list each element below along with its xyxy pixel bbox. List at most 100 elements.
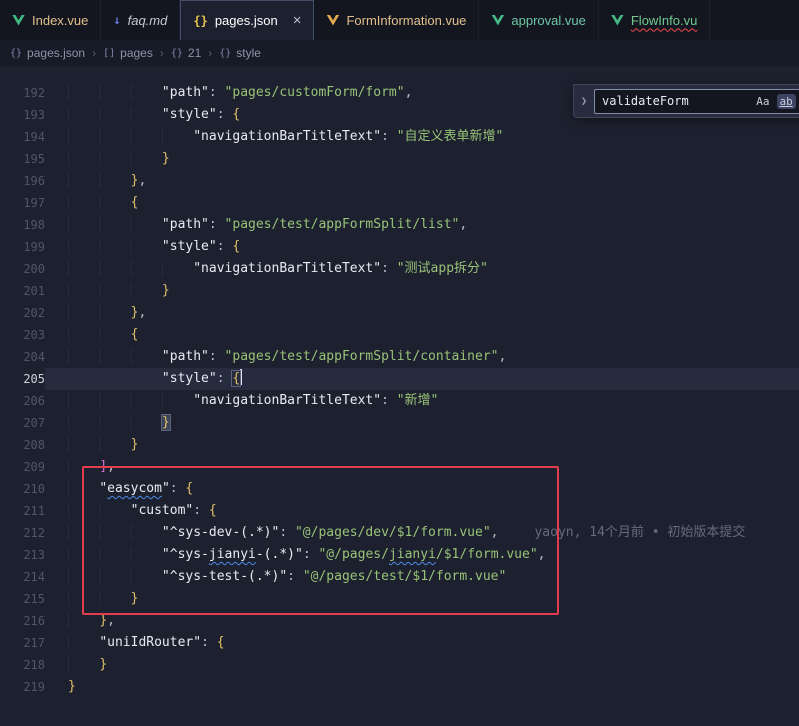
- code-token: :: [217, 107, 233, 122]
- line-number[interactable]: 196: [0, 170, 45, 192]
- code-token: ,: [107, 613, 115, 628]
- code-token: [68, 525, 162, 540]
- tab-approval.vue[interactable]: approval.vue: [479, 0, 598, 40]
- line-number[interactable]: 203: [0, 324, 45, 346]
- code-token: [68, 195, 131, 210]
- find-input[interactable]: validateForm Aaab.*: [594, 89, 799, 114]
- line-number[interactable]: 200: [0, 258, 45, 280]
- line-number[interactable]: 217: [0, 632, 45, 654]
- code-line-205[interactable]: 205 "style": {: [0, 368, 799, 390]
- line-number[interactable]: 199: [0, 236, 45, 258]
- line-number[interactable]: 207: [0, 412, 45, 434]
- tab-FormInformation.vue[interactable]: FormInformation.vue: [314, 0, 479, 40]
- line-number[interactable]: 193: [0, 104, 45, 126]
- line-number[interactable]: 201: [0, 280, 45, 302]
- line-number[interactable]: 219: [0, 676, 45, 698]
- code-token: "path": [162, 217, 209, 232]
- markdown-icon: ↓: [113, 13, 120, 27]
- code-token: {: [185, 481, 193, 496]
- code-line-203[interactable]: 203 {: [0, 324, 799, 346]
- line-number[interactable]: 205: [0, 368, 45, 390]
- line-number[interactable]: 210: [0, 478, 45, 500]
- tab-FlowInfo.vu[interactable]: FlowInfo.vu: [599, 0, 710, 40]
- code-token: ,: [491, 525, 499, 540]
- code-token: "@/pages/test/$1/form.vue": [303, 569, 507, 584]
- breadcrumb-item-pages.json[interactable]: {}pages.json: [10, 46, 85, 60]
- code-token: ]: [99, 459, 107, 474]
- code-line-211[interactable]: 211 "custom": {: [0, 500, 799, 522]
- code-token: [68, 327, 131, 342]
- code-line-201[interactable]: 201 }: [0, 280, 799, 302]
- code-text: "path": "pages/test/appFormSplit/list",: [45, 214, 799, 236]
- code-token: [68, 393, 193, 408]
- code-line-216[interactable]: 216 },: [0, 610, 799, 632]
- vue-icon: [326, 15, 339, 26]
- breadcrumb-label: pages: [120, 46, 153, 60]
- code-text: "^sys-test-(.*)": "@/pages/test/$1/form.…: [45, 566, 799, 588]
- code-text: }: [45, 280, 799, 302]
- line-number[interactable]: 209: [0, 456, 45, 478]
- line-number[interactable]: 206: [0, 390, 45, 412]
- code-line-214[interactable]: 214 "^sys-test-(.*)": "@/pages/test/$1/f…: [0, 566, 799, 588]
- code-line-202[interactable]: 202 },: [0, 302, 799, 324]
- code-line-206[interactable]: 206 "navigationBarTitleText": "新增": [0, 390, 799, 412]
- git-blame-annotation: yaoyn, 14个月前 • 初始版本提交: [534, 525, 745, 540]
- line-number[interactable]: 197: [0, 192, 45, 214]
- line-number[interactable]: 218: [0, 654, 45, 676]
- breadcrumb-item-style[interactable]: {}style: [219, 46, 261, 60]
- line-number[interactable]: 198: [0, 214, 45, 236]
- code-line-194[interactable]: 194 "navigationBarTitleText": "自定义表单新增": [0, 126, 799, 148]
- code-line-219[interactable]: 219}: [0, 676, 799, 698]
- code-line-210[interactable]: 210 "easycom": {: [0, 478, 799, 500]
- code-token: ,: [459, 217, 467, 232]
- breadcrumb-item-21[interactable]: {}21: [171, 46, 201, 60]
- line-number[interactable]: 215: [0, 588, 45, 610]
- code-line-209[interactable]: 209 ],: [0, 456, 799, 478]
- code-line-195[interactable]: 195 }: [0, 148, 799, 170]
- line-number[interactable]: 192: [0, 82, 45, 104]
- code-line-207[interactable]: 207 }: [0, 412, 799, 434]
- line-number[interactable]: 212: [0, 522, 45, 544]
- code-line-212[interactable]: 212 "^sys-dev-(.*)": "@/pages/dev/$1/for…: [0, 522, 799, 544]
- code-line-197[interactable]: 197 {: [0, 192, 799, 214]
- line-number[interactable]: 216: [0, 610, 45, 632]
- code-line-200[interactable]: 200 "navigationBarTitleText": "测试app拆分": [0, 258, 799, 280]
- line-number[interactable]: 214: [0, 566, 45, 588]
- line-number[interactable]: 211: [0, 500, 45, 522]
- line-number[interactable]: 194: [0, 126, 45, 148]
- line-number[interactable]: 202: [0, 302, 45, 324]
- find-query[interactable]: validateForm: [602, 94, 749, 108]
- code-line-213[interactable]: 213 "^sys-jianyi-(.*)": "@/pages/jianyi/…: [0, 544, 799, 566]
- code-line-217[interactable]: 217 "uniIdRouter": {: [0, 632, 799, 654]
- code-line-208[interactable]: 208 }: [0, 434, 799, 456]
- code-token: "style": [162, 371, 217, 386]
- code-token: }: [162, 283, 170, 298]
- code-token: "自定义表单新增": [397, 129, 504, 144]
- code-token: {: [232, 107, 240, 122]
- line-number[interactable]: 208: [0, 434, 45, 456]
- breadcrumb-item-pages[interactable]: []pages: [103, 46, 153, 60]
- code-line-198[interactable]: 198 "path": "pages/test/appFormSplit/lis…: [0, 214, 799, 236]
- code-line-215[interactable]: 215 }: [0, 588, 799, 610]
- tab-faq.md[interactable]: ↓faq.md: [101, 0, 180, 40]
- code-token: [68, 635, 99, 650]
- code-line-204[interactable]: 204 "path": "pages/test/appFormSplit/con…: [0, 346, 799, 368]
- line-number[interactable]: 213: [0, 544, 45, 566]
- code-line-196[interactable]: 196 },: [0, 170, 799, 192]
- code-line-218[interactable]: 218 }: [0, 654, 799, 676]
- tab-pages.json[interactable]: {}pages.json×: [180, 0, 314, 40]
- match-case-toggle[interactable]: Aa: [753, 94, 772, 109]
- code-token: [68, 459, 99, 474]
- whole-word-toggle[interactable]: ab: [777, 94, 796, 109]
- code-token: ,: [107, 459, 115, 474]
- line-number[interactable]: 195: [0, 148, 45, 170]
- code-text: }: [45, 676, 799, 698]
- code-token: :: [193, 503, 209, 518]
- code-line-199[interactable]: 199 "style": {: [0, 236, 799, 258]
- chevron-right-icon[interactable]: ❯: [579, 96, 589, 107]
- tab-Index.vue[interactable]: Index.vue: [0, 0, 101, 40]
- line-number[interactable]: 204: [0, 346, 45, 368]
- code-token: {: [131, 195, 139, 210]
- close-icon[interactable]: ×: [293, 13, 302, 28]
- code-token: [68, 85, 162, 100]
